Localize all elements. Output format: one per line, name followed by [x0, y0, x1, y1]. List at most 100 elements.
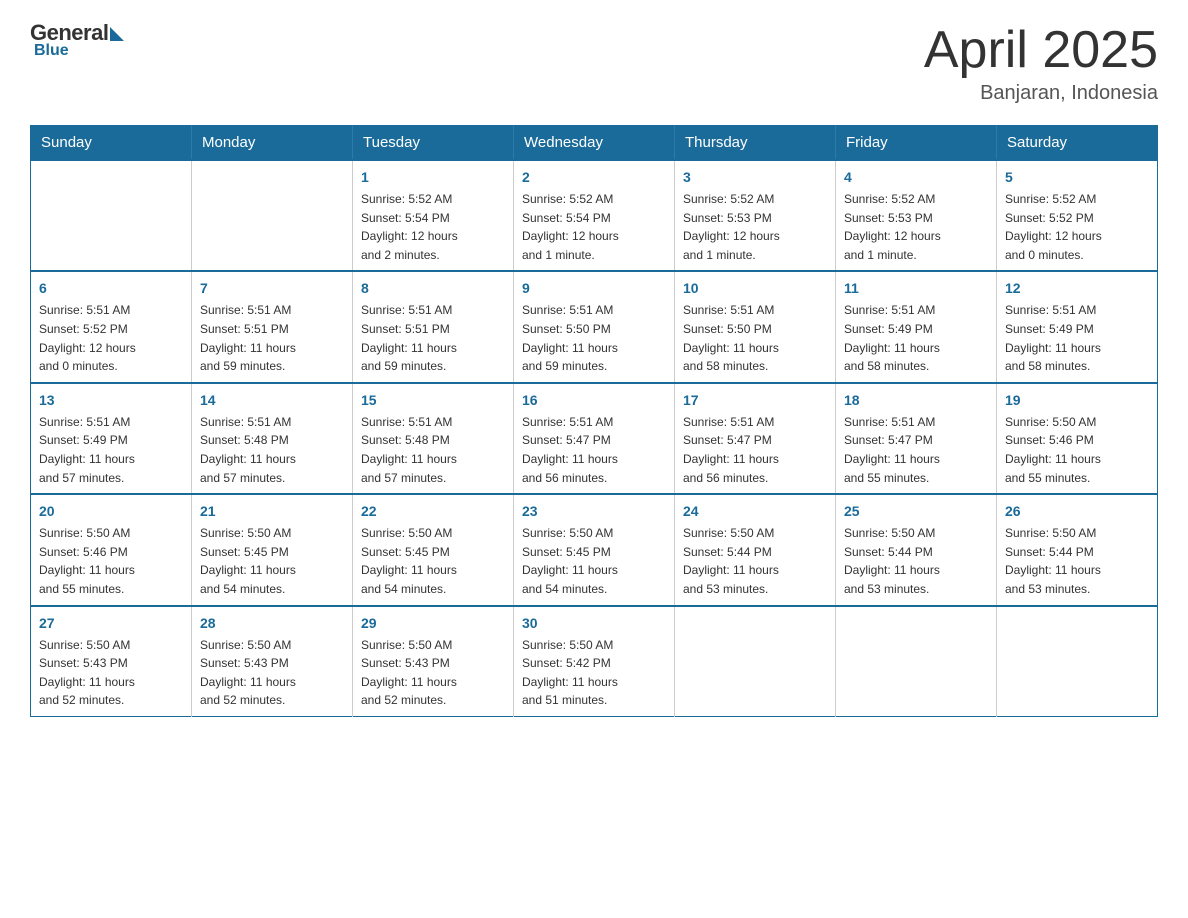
calendar-cell: 17Sunrise: 5:51 AMSunset: 5:47 PMDayligh… — [675, 383, 836, 494]
day-number: 29 — [361, 613, 505, 634]
day-number: 16 — [522, 390, 666, 411]
header-day-saturday: Saturday — [997, 126, 1158, 161]
day-number: 2 — [522, 167, 666, 188]
calendar-cell: 1Sunrise: 5:52 AMSunset: 5:54 PMDaylight… — [353, 160, 514, 271]
calendar-cell — [836, 606, 997, 717]
day-number: 24 — [683, 501, 827, 522]
day-number: 21 — [200, 501, 344, 522]
day-info: Sunrise: 5:50 AMSunset: 5:46 PMDaylight:… — [39, 524, 183, 598]
calendar-cell: 5Sunrise: 5:52 AMSunset: 5:52 PMDaylight… — [997, 160, 1158, 271]
day-info: Sunrise: 5:50 AMSunset: 5:43 PMDaylight:… — [200, 636, 344, 710]
day-info: Sunrise: 5:51 AMSunset: 5:47 PMDaylight:… — [844, 413, 988, 487]
day-number: 17 — [683, 390, 827, 411]
day-number: 22 — [361, 501, 505, 522]
day-info: Sunrise: 5:50 AMSunset: 5:45 PMDaylight:… — [200, 524, 344, 598]
day-number: 4 — [844, 167, 988, 188]
calendar-cell: 25Sunrise: 5:50 AMSunset: 5:44 PMDayligh… — [836, 494, 997, 605]
day-info: Sunrise: 5:50 AMSunset: 5:43 PMDaylight:… — [361, 636, 505, 710]
calendar-cell: 12Sunrise: 5:51 AMSunset: 5:49 PMDayligh… — [997, 271, 1158, 382]
calendar-cell: 30Sunrise: 5:50 AMSunset: 5:42 PMDayligh… — [514, 606, 675, 717]
day-info: Sunrise: 5:51 AMSunset: 5:48 PMDaylight:… — [200, 413, 344, 487]
day-number: 30 — [522, 613, 666, 634]
calendar-week-2: 6Sunrise: 5:51 AMSunset: 5:52 PMDaylight… — [31, 271, 1158, 382]
day-number: 13 — [39, 390, 183, 411]
calendar-cell: 13Sunrise: 5:51 AMSunset: 5:49 PMDayligh… — [31, 383, 192, 494]
day-info: Sunrise: 5:51 AMSunset: 5:50 PMDaylight:… — [683, 301, 827, 375]
day-info: Sunrise: 5:52 AMSunset: 5:54 PMDaylight:… — [522, 190, 666, 264]
header-day-thursday: Thursday — [675, 126, 836, 161]
calendar-cell: 23Sunrise: 5:50 AMSunset: 5:45 PMDayligh… — [514, 494, 675, 605]
day-number: 20 — [39, 501, 183, 522]
header-day-friday: Friday — [836, 126, 997, 161]
calendar-cell: 27Sunrise: 5:50 AMSunset: 5:43 PMDayligh… — [31, 606, 192, 717]
day-number: 6 — [39, 278, 183, 299]
day-number: 5 — [1005, 167, 1149, 188]
day-info: Sunrise: 5:52 AMSunset: 5:53 PMDaylight:… — [844, 190, 988, 264]
calendar-cell: 10Sunrise: 5:51 AMSunset: 5:50 PMDayligh… — [675, 271, 836, 382]
day-info: Sunrise: 5:52 AMSunset: 5:53 PMDaylight:… — [683, 190, 827, 264]
day-number: 19 — [1005, 390, 1149, 411]
day-number: 14 — [200, 390, 344, 411]
calendar-cell: 22Sunrise: 5:50 AMSunset: 5:45 PMDayligh… — [353, 494, 514, 605]
calendar-cell — [31, 160, 192, 271]
calendar-cell: 19Sunrise: 5:50 AMSunset: 5:46 PMDayligh… — [997, 383, 1158, 494]
day-number: 7 — [200, 278, 344, 299]
day-number: 12 — [1005, 278, 1149, 299]
calendar-cell: 7Sunrise: 5:51 AMSunset: 5:51 PMDaylight… — [192, 271, 353, 382]
day-info: Sunrise: 5:52 AMSunset: 5:52 PMDaylight:… — [1005, 190, 1149, 264]
calendar-cell: 8Sunrise: 5:51 AMSunset: 5:51 PMDaylight… — [353, 271, 514, 382]
page-header: General Blue April 2025 Banjaran, Indone… — [30, 20, 1158, 105]
day-info: Sunrise: 5:51 AMSunset: 5:49 PMDaylight:… — [844, 301, 988, 375]
calendar-week-5: 27 Sunrise: 5:50 AMSunset: 5:43 PMDayligh… — [31, 606, 1158, 717]
day-number: 8 — [361, 278, 505, 299]
day-info: Sunrise: 5:50 AMSunset: 5:44 PMDaylight:… — [844, 524, 988, 598]
calendar-cell — [675, 606, 836, 717]
calendar-cell: 20Sunrise: 5:50 AMSunset: 5:46 PMDayligh… — [31, 494, 192, 605]
day-info: Sunrise: 5:51 AMSunset: 5:49 PMDaylight:… — [1005, 301, 1149, 375]
calendar-cell: 24Sunrise: 5:50 AMSunset: 5:44 PMDayligh… — [675, 494, 836, 605]
header-day-sunday: Sunday — [31, 126, 192, 161]
day-number: 18 — [844, 390, 988, 411]
title-area: April 2025 Banjaran, Indonesia — [924, 20, 1158, 105]
day-info: Sunrise: 5:51 AMSunset: 5:47 PMDaylight:… — [522, 413, 666, 487]
day-info: Sunrise: 5:50 AMSunset: 5:45 PMDaylight:… — [361, 524, 505, 598]
logo-blue-text: Blue — [34, 42, 69, 60]
calendar-cell: 6Sunrise: 5:51 AMSunset: 5:52 PMDaylight… — [31, 271, 192, 382]
calendar-cell: 15Sunrise: 5:51 AMSunset: 5:48 PMDayligh… — [353, 383, 514, 494]
calendar-week-1: 1Sunrise: 5:52 AMSunset: 5:54 PMDaylight… — [31, 160, 1158, 271]
calendar-week-4: 20Sunrise: 5:50 AMSunset: 5:46 PMDayligh… — [31, 494, 1158, 605]
calendar-cell: 4Sunrise: 5:52 AMSunset: 5:53 PMDaylight… — [836, 160, 997, 271]
day-info: Sunrise: 5:51 AMSunset: 5:52 PMDaylight:… — [39, 301, 183, 375]
calendar-cell: 14Sunrise: 5:51 AMSunset: 5:48 PMDayligh… — [192, 383, 353, 494]
day-info: Sunrise: 5:50 AMSunset: 5:44 PMDaylight:… — [683, 524, 827, 598]
calendar-cell — [192, 160, 353, 271]
day-number: 9 — [522, 278, 666, 299]
calendar-cell: 29Sunrise: 5:50 AMSunset: 5:43 PMDayligh… — [353, 606, 514, 717]
calendar-cell: 2Sunrise: 5:52 AMSunset: 5:54 PMDaylight… — [514, 160, 675, 271]
day-info: Sunrise: 5:50 AMSunset: 5:45 PMDaylight:… — [522, 524, 666, 598]
logo-triangle-icon — [110, 27, 124, 41]
day-info: Sunrise: 5:51 AMSunset: 5:47 PMDaylight:… — [683, 413, 827, 487]
day-number: 10 — [683, 278, 827, 299]
day-number: 26 — [1005, 501, 1149, 522]
day-number: 25 — [844, 501, 988, 522]
calendar-cell: 21Sunrise: 5:50 AMSunset: 5:45 PMDayligh… — [192, 494, 353, 605]
day-number: 11 — [844, 278, 988, 299]
calendar-cell: 18Sunrise: 5:51 AMSunset: 5:47 PMDayligh… — [836, 383, 997, 494]
header-row: SundayMondayTuesdayWednesdayThursdayFrid… — [31, 126, 1158, 161]
day-info: Sunrise: 5:51 AMSunset: 5:51 PMDaylight:… — [200, 301, 344, 375]
logo: General Blue — [30, 20, 124, 60]
header-day-wednesday: Wednesday — [514, 126, 675, 161]
day-info: Sunrise: 5:51 AMSunset: 5:48 PMDaylight:… — [361, 413, 505, 487]
calendar-cell: 9Sunrise: 5:51 AMSunset: 5:50 PMDaylight… — [514, 271, 675, 382]
calendar-cell: 26Sunrise: 5:50 AMSunset: 5:44 PMDayligh… — [997, 494, 1158, 605]
day-number: 27 — [39, 613, 183, 634]
calendar-body: 1Sunrise: 5:52 AMSunset: 5:54 PMDaylight… — [31, 160, 1158, 716]
month-title: April 2025 — [924, 20, 1158, 80]
day-info: Sunrise: 5:50 AMSunset: 5:46 PMDaylight:… — [1005, 413, 1149, 487]
day-info: Sunrise: 5:51 AMSunset: 5:51 PMDaylight:… — [361, 301, 505, 375]
calendar-cell: 28Sunrise: 5:50 AMSunset: 5:43 PMDayligh… — [192, 606, 353, 717]
calendar-cell: 16Sunrise: 5:51 AMSunset: 5:47 PMDayligh… — [514, 383, 675, 494]
day-number: 28 — [200, 613, 344, 634]
day-info: Sunrise: 5:50 AMSunset: 5:44 PMDaylight:… — [1005, 524, 1149, 598]
